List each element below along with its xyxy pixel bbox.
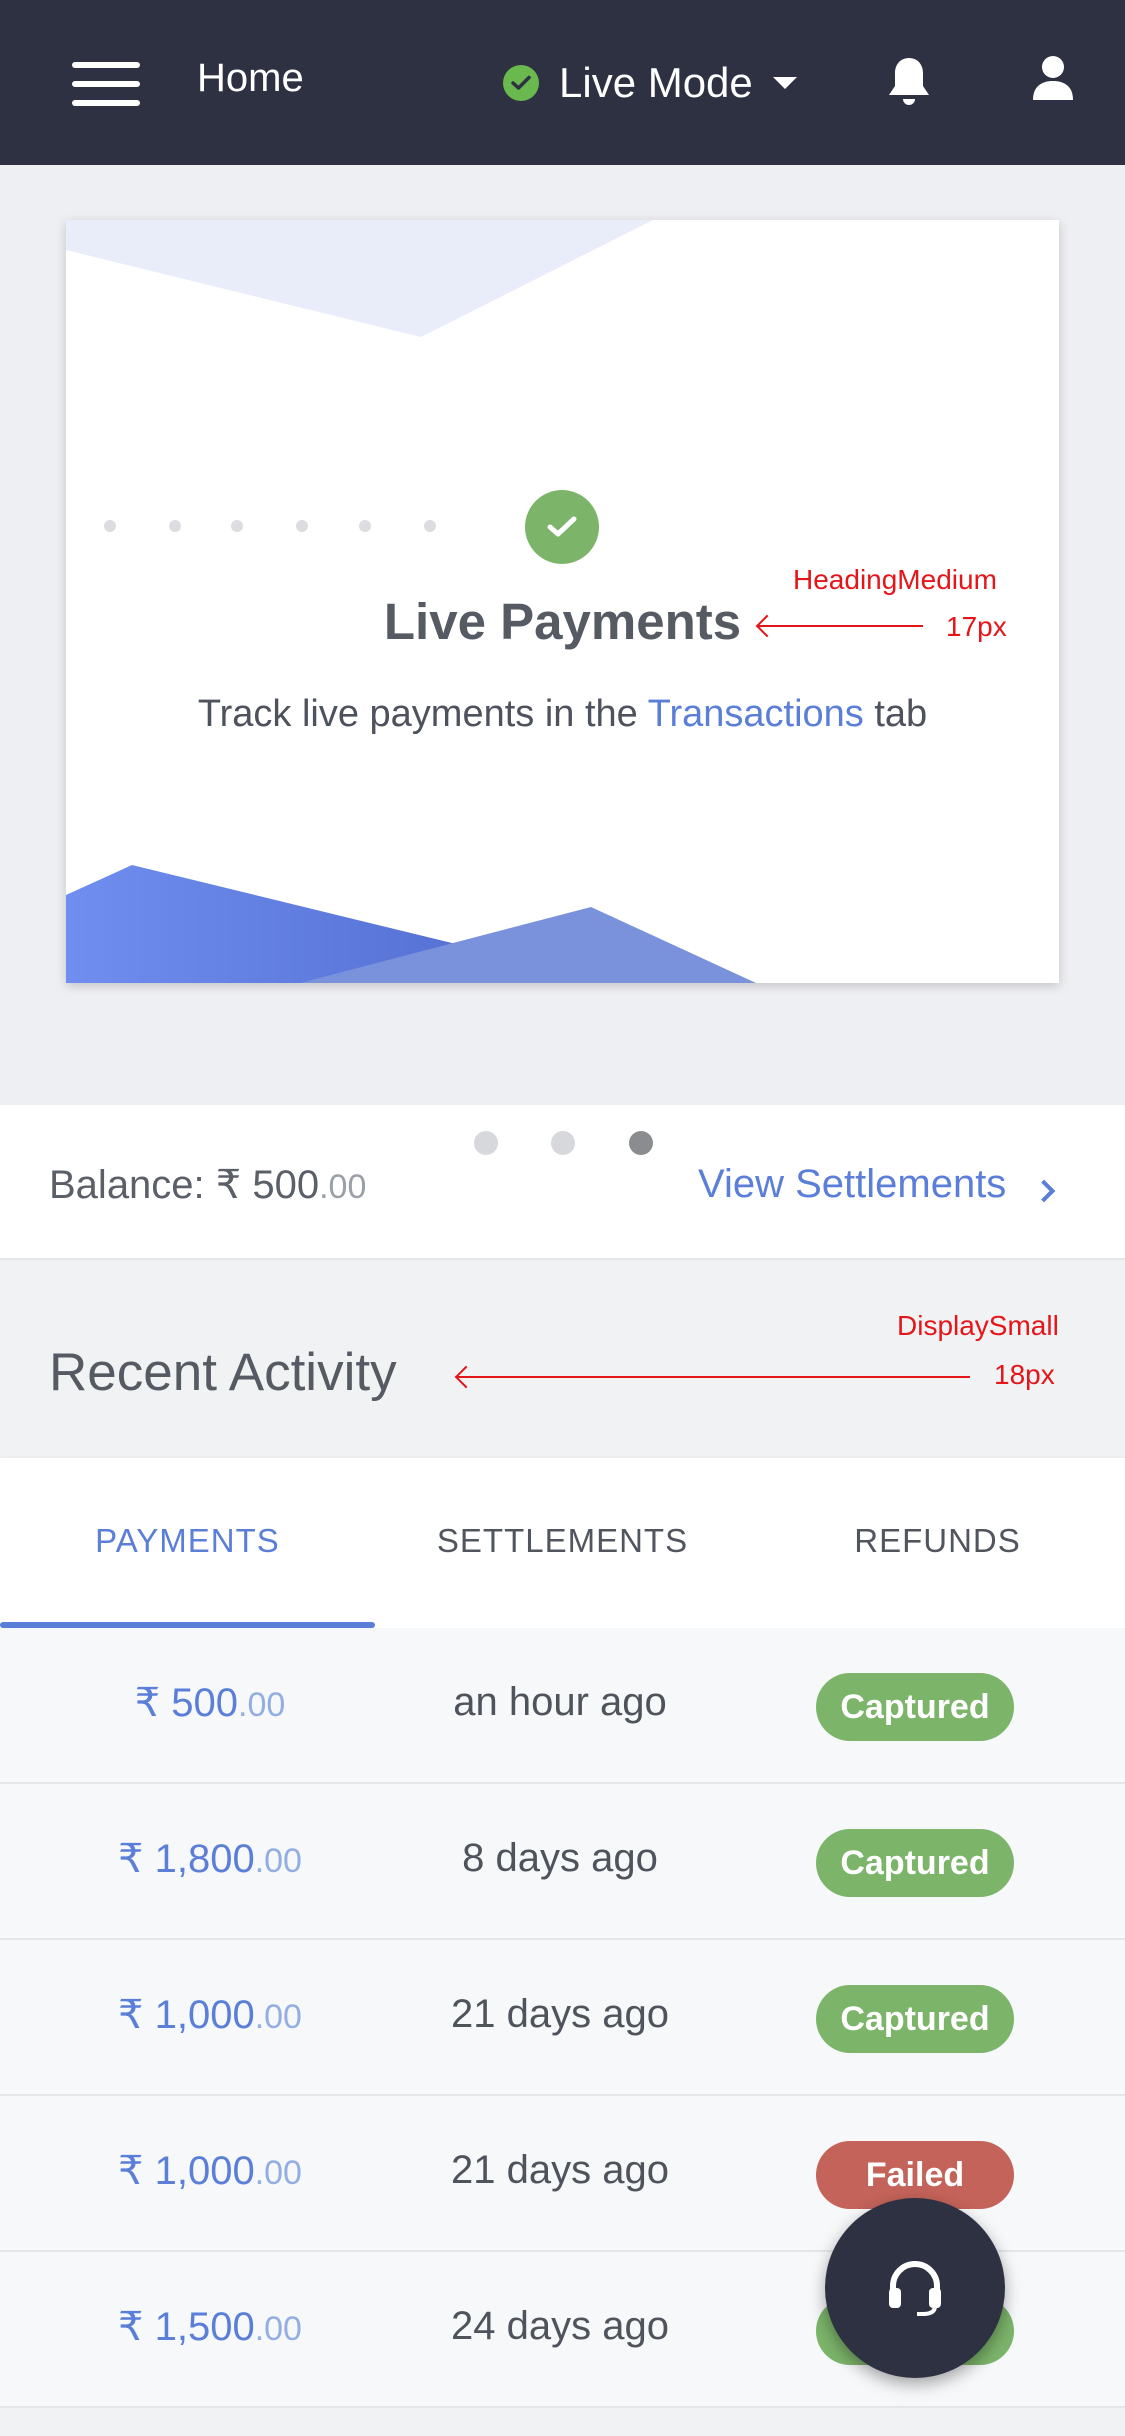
mode-label: Live Mode xyxy=(559,59,753,106)
payment-amount: ₹ 1,800.00 xyxy=(118,1837,302,1881)
recent-activity-section: Recent Activity DisplaySmall 18px xyxy=(0,1262,1125,1458)
payment-time: 21 days ago xyxy=(451,2148,669,2192)
section-title: Recent Activity xyxy=(49,1343,397,1402)
annotation-size: 17px xyxy=(946,611,1007,642)
onboarding-carousel[interactable]: Live Payments Track live payments in the… xyxy=(0,165,1125,1105)
list-item[interactable]: ₹ 500.00 an hour ago Captured xyxy=(0,1628,1125,1784)
payment-amount: ₹ 1,000.00 xyxy=(118,2149,302,2193)
top-app-bar: Home Live Mode xyxy=(0,0,1125,165)
check-icon xyxy=(503,65,539,101)
transactions-link[interactable]: Transactions xyxy=(648,693,864,735)
card-description: Track live payments in the Transactions … xyxy=(197,693,928,735)
annotation-line xyxy=(758,625,923,627)
list-item[interactable]: ₹ 1,800.00 8 days ago Captured xyxy=(0,1784,1125,1940)
annotation-label: DisplaySmall xyxy=(897,1310,1059,1341)
carousel-dot[interactable] xyxy=(474,1131,498,1155)
annotation-label: HeadingMedium xyxy=(793,564,997,595)
payment-time: 8 days ago xyxy=(462,1836,658,1880)
balance-bar: Balance: ₹ 500.00 View Settlements xyxy=(0,1105,1125,1260)
annotation-line xyxy=(457,1376,970,1378)
chevron-right-icon[interactable] xyxy=(1032,1179,1056,1203)
tab-settlements[interactable]: SETTLEMENTS xyxy=(375,1522,750,1560)
status-badge: Captured xyxy=(816,1985,1014,2053)
bell-icon[interactable] xyxy=(884,54,934,110)
annotation-arrow-icon xyxy=(454,1365,478,1389)
status-badge: Captured xyxy=(816,1829,1014,1897)
status-badge: Captured xyxy=(816,1673,1014,1741)
carousel-dot-active[interactable] xyxy=(629,1131,653,1155)
payment-amount: ₹ 500.00 xyxy=(134,1681,286,1725)
user-icon[interactable] xyxy=(1030,54,1076,102)
chevron-down-icon xyxy=(772,77,797,89)
tab-payments[interactable]: PAYMENTS xyxy=(0,1522,375,1560)
payment-time: an hour ago xyxy=(453,1680,667,1724)
payment-time: 21 days ago xyxy=(451,1992,669,2036)
tab-refunds[interactable]: REFUNDS xyxy=(750,1522,1125,1560)
page-title: Home xyxy=(197,56,304,100)
carousel-dot[interactable] xyxy=(551,1131,575,1155)
payment-amount: ₹ 1,000.00 xyxy=(118,1993,302,2037)
mode-dropdown[interactable]: Live Mode xyxy=(503,55,797,111)
payment-amount: ₹ 1,500.00 xyxy=(118,2305,302,2349)
payment-time: 24 days ago xyxy=(451,2304,669,2348)
activity-tabs: PAYMENTS SETTLEMENTS REFUNDS xyxy=(0,1458,1125,1628)
card-heading: Live Payments xyxy=(383,593,742,650)
headset-icon xyxy=(889,2261,941,2316)
list-item[interactable]: ₹ 1,000.00 21 days ago Captured xyxy=(0,1940,1125,2096)
live-payments-card: Live Payments Track live payments in the… xyxy=(66,220,1059,983)
hamburger-icon[interactable] xyxy=(72,62,140,106)
annotation-size: 18px xyxy=(994,1359,1055,1390)
support-button[interactable] xyxy=(825,2198,1005,2378)
view-settlements-link[interactable]: View Settlements xyxy=(698,1162,1006,1207)
check-icon xyxy=(525,490,599,564)
balance: Balance: ₹ 500.00 xyxy=(49,1163,367,1207)
